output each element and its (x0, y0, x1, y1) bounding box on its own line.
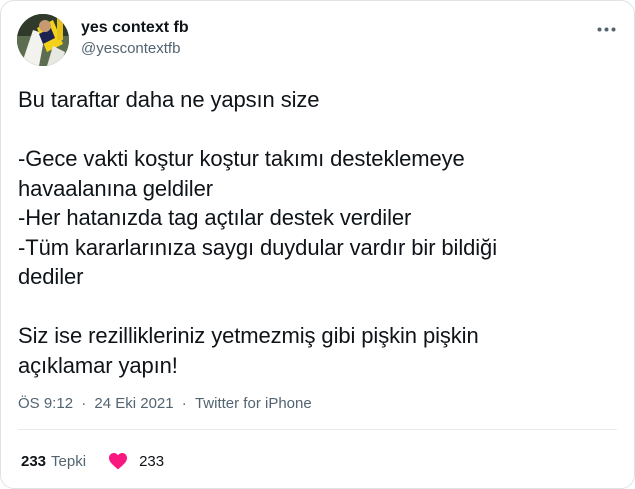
heart-icon (109, 452, 128, 470)
tweet-metadata: ÖS 9:12 · 24 Eki 2021 · Twitter for iPho… (18, 394, 312, 414)
tweet-line: dediler (18, 264, 84, 289)
tweet-line: Bu taraftar daha ne yapsın size (18, 87, 320, 112)
like-button[interactable]: 233 (108, 452, 164, 470)
tweet-line: havaalanına geldiler (18, 175, 213, 201)
tweet-date[interactable]: 24 Eki 2021 (94, 394, 173, 414)
tweet-line: açıklamar yapın! (18, 352, 178, 378)
tweet-line: -Her hatanızda tag açtılar destek verdil… (18, 205, 412, 230)
more-options-button[interactable] (595, 18, 617, 40)
meta-separator: · (81, 395, 87, 412)
tweet-line: -Gece vakti koştur koştur takımı destekl… (18, 146, 465, 171)
more-horizontal-icon (597, 27, 615, 31)
author-block[interactable]: yes context fb @yescontextfb (81, 18, 189, 59)
display-name[interactable]: yes context fb (81, 18, 189, 38)
tweet-text: Bu taraftar daha ne yapsın size -Gece va… (18, 85, 618, 380)
avatar-image (17, 14, 69, 66)
tweet-source[interactable]: Twitter for iPhone (195, 394, 312, 414)
tweet-time[interactable]: ÖS 9:12 (18, 394, 73, 414)
meta-separator: · (181, 395, 187, 412)
like-count: 233 (139, 452, 165, 470)
reaction-label[interactable]: Tepki (51, 453, 86, 470)
tweet-line: Siz ise rezillikleriniz yetmezmiş gibi p… (18, 323, 479, 348)
tweet-line: -Tüm kararlarınıza saygı duydular vardır… (18, 234, 497, 260)
engagement-bar: 233 Tepki 233 (21, 450, 164, 472)
tweet-header: yes context fb @yescontextfb (17, 14, 617, 66)
divider (18, 429, 617, 430)
reaction-count[interactable]: 233 (21, 453, 46, 470)
user-handle[interactable]: @yescontextfb (81, 39, 189, 59)
tweet-card: yes context fb @yescontextfb Bu taraftar… (0, 0, 635, 489)
avatar[interactable] (17, 14, 69, 66)
